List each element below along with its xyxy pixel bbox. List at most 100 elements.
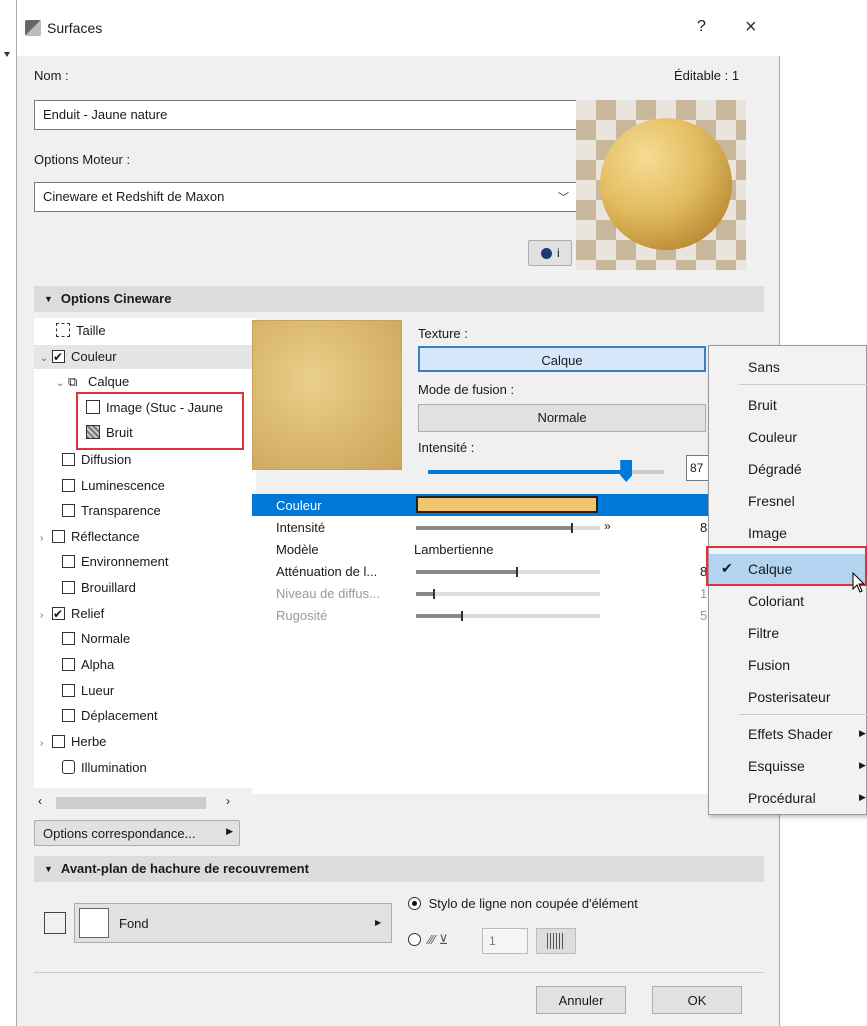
menu-item-image[interactable]: Image [709, 518, 867, 548]
deplacement-checkbox[interactable] [62, 709, 75, 722]
mouse-cursor-icon [852, 572, 866, 593]
prop-bar-fill [416, 592, 435, 596]
pen-number-input[interactable]: 1 [482, 928, 528, 954]
tree-item-herbe[interactable]: › Herbe [40, 731, 106, 753]
preview-sphere [600, 118, 732, 250]
chevron-down-icon[interactable]: ⌄ [56, 373, 68, 395]
menu-item-couleur[interactable]: Couleur [709, 422, 867, 452]
menu-item-procedural[interactable]: Procédural ▶ [709, 783, 867, 813]
tree-item-taille[interactable]: Taille [56, 320, 106, 342]
reflectance-checkbox[interactable] [52, 530, 65, 543]
collapse-marker [4, 52, 10, 57]
ok-button[interactable]: OK [652, 986, 742, 1014]
tree-item-lueur[interactable]: Lueur [62, 680, 114, 702]
scroll-left-icon[interactable]: ‹ [38, 794, 42, 808]
tree-item-transparence[interactable]: Transparence [62, 500, 161, 522]
tree-item-normale[interactable]: Normale [62, 628, 130, 650]
lueur-checkbox[interactable] [62, 684, 75, 697]
blend-mode-button[interactable]: Normale [418, 404, 706, 432]
fond-button[interactable]: Fond ▶ [74, 903, 392, 943]
prop-row-couleur[interactable]: Couleur [252, 494, 748, 516]
prop-bar[interactable] [416, 611, 600, 621]
menu-item-label: Fresnel [748, 493, 795, 509]
radio-line-pen-label: Stylo de ligne non coupée d'élément [428, 896, 638, 911]
prop-row-modele[interactable]: Modèle Lambertienne [252, 538, 748, 560]
menu-item-fusion[interactable]: Fusion [709, 650, 867, 680]
menu-item-degrade[interactable]: Dégradé [709, 454, 867, 484]
luminescence-checkbox[interactable] [62, 479, 75, 492]
radio-line-pen-button[interactable] [408, 897, 421, 910]
tree-horizontal-scrollbar[interactable]: ‹ › [34, 794, 240, 812]
help-button[interactable]: ? [697, 18, 706, 36]
texture-button[interactable]: Calque [418, 346, 706, 372]
tree-item-illumination[interactable]: Illumination [62, 757, 147, 779]
herbe-checkbox[interactable] [52, 735, 65, 748]
prop-bar[interactable] [416, 589, 600, 599]
cineware-section-title: Options Cineware [60, 291, 172, 306]
tree-item-deplacement[interactable]: Déplacement [62, 705, 158, 727]
menu-item-sans[interactable]: Sans [709, 352, 867, 382]
renderer-info-button[interactable]: i [528, 240, 572, 266]
menu-item-bruit[interactable]: Bruit [709, 390, 867, 420]
hatch-fill-icon [44, 912, 66, 934]
engine-select[interactable]: Cineware et Redshift de Maxon ﹀ [34, 182, 578, 212]
scroll-right-icon[interactable]: › [226, 794, 230, 808]
hatch-section-title: Avant-plan de hachure de recouvrement [60, 861, 309, 876]
prop-row-niveau-diffusion[interactable]: Niveau de diffus... 10 [252, 582, 748, 604]
tree-item-relief[interactable]: › Relief [40, 603, 104, 625]
prop-bar[interactable] [416, 523, 600, 533]
scrollbar-thumb[interactable] [56, 797, 206, 809]
menu-item-filtre[interactable]: Filtre [709, 618, 867, 648]
triangle-right-icon: ▶ [375, 918, 382, 927]
diffusion-checkbox[interactable] [62, 453, 75, 466]
prop-row-rugosite[interactable]: Rugosité 5 [252, 604, 748, 626]
tree-item-brouillard[interactable]: Brouillard [62, 577, 136, 599]
pattern-icon [547, 933, 565, 949]
cancel-button[interactable]: Annuler [536, 986, 626, 1014]
prop-bar-fill [416, 526, 573, 530]
prop-row-intensite[interactable]: Intensité » 8 [252, 516, 748, 538]
chevron-right-icon[interactable]: › [40, 733, 52, 755]
normale-checkbox[interactable] [62, 632, 75, 645]
radio-custom-pen[interactable]: ⁄⁄⁄ ⊻ [408, 932, 448, 948]
chevron-right-icon[interactable]: › [40, 605, 52, 627]
tree-item-label: Couleur [71, 349, 117, 364]
prop-row-attenuation[interactable]: Atténuation de l... 8 [252, 560, 748, 582]
tree-item-luminescence[interactable]: Luminescence [62, 475, 165, 497]
prop-value[interactable]: Lambertienne [414, 542, 494, 557]
tree-item-environnement[interactable]: Environnement [62, 551, 168, 573]
close-button[interactable]: × [745, 16, 757, 39]
color-swatch[interactable] [416, 496, 598, 513]
prop-bar[interactable] [416, 567, 600, 577]
pen-icon: ⁄⁄⁄ ⊻ [428, 932, 449, 947]
alpha-checkbox[interactable] [62, 658, 75, 671]
tree-item-label: Illumination [81, 760, 147, 775]
tree-item-label: Calque [88, 374, 130, 389]
environnement-checkbox[interactable] [62, 555, 75, 568]
radio-custom-pen-button[interactable] [408, 933, 421, 946]
tree-item-calque[interactable]: ⌄ ⧉ Calque [56, 371, 129, 393]
menu-item-coloriant[interactable]: Coloriant [709, 586, 867, 616]
relief-checkbox[interactable] [52, 603, 65, 625]
transparence-checkbox[interactable] [62, 504, 75, 517]
menu-item-effets-shader[interactable]: Effets Shader ▶ [709, 719, 867, 749]
tree-item-diffusion[interactable]: Diffusion [62, 449, 131, 471]
chevron-right-icon[interactable]: › [40, 528, 52, 550]
couleur-checkbox[interactable] [52, 346, 65, 368]
chevron-down-icon[interactable]: ⌄ [40, 348, 52, 370]
menu-item-fresnel[interactable]: Fresnel [709, 486, 867, 516]
tree-item-alpha[interactable]: Alpha [62, 654, 114, 676]
pen-pattern-button[interactable] [536, 928, 576, 954]
menu-item-esquisse[interactable]: Esquisse ▶ [709, 751, 867, 781]
hatch-section-header[interactable]: ▼ Avant-plan de hachure de recouvrement [34, 856, 764, 882]
options-correspondance-button[interactable]: Options correspondance... ▶ [34, 820, 240, 846]
tree-item-couleur[interactable]: ⌄ Couleur [40, 346, 117, 368]
cineware-section-header[interactable]: ▼ Options Cineware [34, 286, 764, 312]
brouillard-checkbox[interactable] [62, 581, 75, 594]
tree-item-label: Brouillard [81, 580, 136, 595]
menu-item-posterisateur[interactable]: Posterisateur [709, 682, 867, 712]
engine-label: Options Moteur : [34, 152, 131, 167]
name-input[interactable]: Enduit - Jaune nature [34, 100, 578, 130]
radio-line-pen[interactable]: Stylo de ligne non coupée d'élément [408, 896, 638, 911]
tree-item-reflectance[interactable]: › Réflectance [40, 526, 140, 548]
